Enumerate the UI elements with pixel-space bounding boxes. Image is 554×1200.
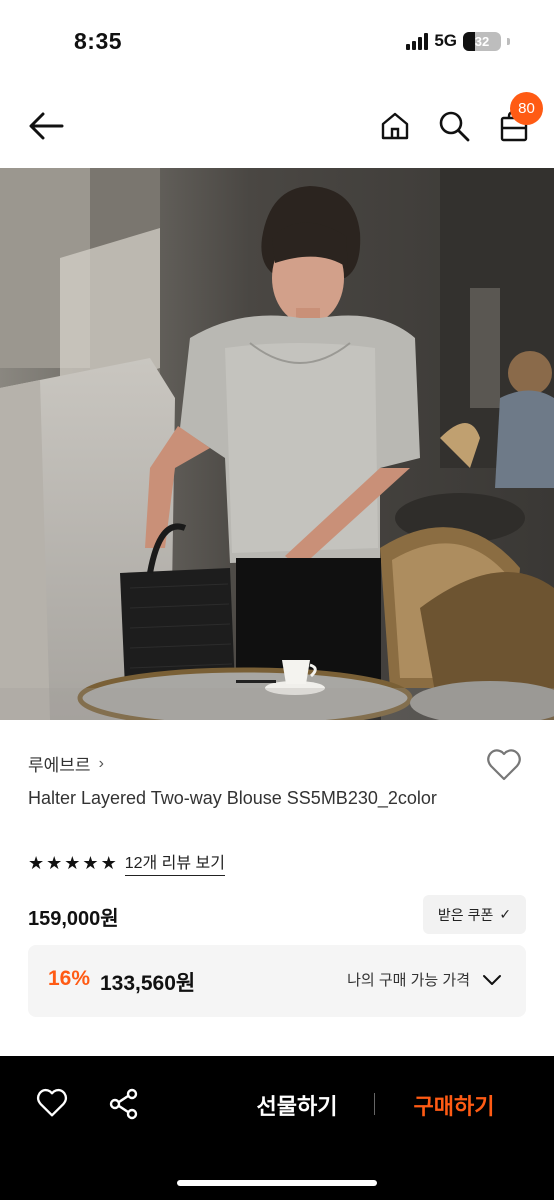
product-photo[interactable] (0, 168, 554, 720)
brand-name: 루에브르 (28, 756, 91, 775)
brand-link[interactable]: 루에브르 › (28, 751, 104, 776)
chevron-down-icon (483, 974, 501, 985)
back-arrow-icon (29, 112, 64, 140)
discount-price: 133,560원 (100, 972, 196, 995)
coupon-label: 받은 쿠폰 (437, 906, 494, 923)
gift-button[interactable]: 선물하기 (232, 1086, 362, 1124)
home-indicator[interactable] (177, 1180, 377, 1186)
battery-icon: 32 (463, 31, 501, 51)
status-indicators: 5G 32 (406, 31, 510, 51)
status-bar: 8:35 5G 32 (0, 0, 554, 84)
divider (374, 1093, 375, 1115)
battery-fill (463, 31, 476, 51)
my-price-toggle[interactable]: 나의 구매 가능 가격 (347, 969, 502, 990)
share-icon (109, 1088, 138, 1120)
coupon-button[interactable]: 받은 쿠폰 ✓ (423, 895, 526, 934)
share-button[interactable] (108, 1088, 142, 1122)
my-price-label: 나의 구매 가능 가격 (347, 972, 470, 989)
chevron-right-icon: › (98, 754, 104, 772)
discount-price-box[interactable]: 16% 133,560원 나의 구매 가능 가격 (28, 945, 526, 1017)
network-type: 5G (434, 31, 457, 50)
battery-level: 32 (474, 33, 490, 49)
original-price: 159,000원 (28, 908, 119, 930)
status-time: 8:35 (74, 28, 123, 54)
signal-icon (406, 32, 429, 50)
star-icon: ★ (46, 852, 63, 873)
star-icon: ★ (28, 852, 45, 873)
search-button[interactable] (432, 104, 476, 148)
heart-icon (487, 749, 521, 781)
top-nav (0, 84, 554, 168)
rating-row: ★ ★ ★ ★ ★ 12개 리뷰 보기 (28, 849, 225, 876)
star-icon: ★ (64, 852, 81, 873)
star-icon: ★ (82, 852, 99, 873)
product-photo-illustration (0, 168, 554, 720)
buy-button[interactable]: 구매하기 (390, 1086, 518, 1124)
discount-rate: 16% (48, 967, 91, 990)
check-icon: ✓ (499, 906, 512, 922)
review-link[interactable]: 12개 리뷰 보기 (124, 849, 225, 876)
search-icon (439, 111, 470, 142)
home-icon (381, 112, 409, 140)
product-name: Halter Layered Two-way Blouse SS5MB230_2… (28, 788, 437, 808)
star-icon: ★ (100, 852, 117, 873)
bottom-wishlist-button[interactable] (36, 1088, 70, 1122)
back-button[interactable] (24, 104, 68, 148)
wishlist-button[interactable] (486, 748, 526, 784)
heart-icon (36, 1088, 68, 1117)
battery-tip (507, 37, 510, 45)
home-button[interactable] (374, 104, 416, 148)
cart-count-badge: 80 (510, 92, 543, 125)
star-rating: ★ ★ ★ ★ ★ (28, 853, 117, 873)
bottom-action-bar: 선물하기 구매하기 (0, 1056, 554, 1200)
